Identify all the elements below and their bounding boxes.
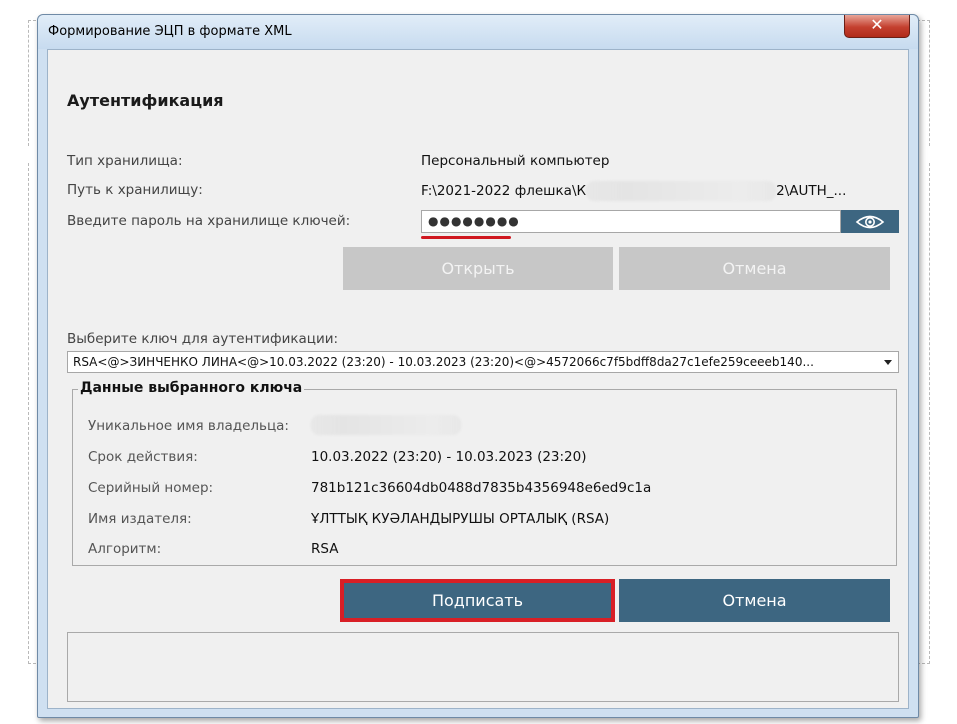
redacted-path-segment: [586, 181, 777, 201]
sign-cancel-button[interactable]: Отмена: [619, 579, 890, 622]
algorithm-label: Алгоритм:: [88, 541, 162, 557]
close-icon: ✕: [870, 15, 884, 34]
title-bar[interactable]: Формирование ЭЦП в формате XML ✕: [38, 15, 918, 49]
serial-label: Серийный номер:: [88, 480, 214, 496]
key-details-group: Данные выбранного ключа Уникальное имя в…: [72, 380, 897, 566]
sign-button[interactable]: Подписать: [340, 579, 615, 622]
window-title: Формирование ЭЦП в формате XML: [48, 24, 292, 39]
password-input[interactable]: ●●●●●●●●: [421, 210, 841, 233]
serial-value: 781b121c36604db0488d7835b4356948e6ed9c1a: [311, 480, 652, 496]
storage-path-suffix: 2\AUTH_...: [776, 183, 847, 199]
validity-value: 10.03.2022 (23:20) - 10.03.2023 (23:20): [311, 449, 587, 465]
auth-section-title: Аутентификация: [67, 91, 224, 110]
issuer-label: Имя издателя:: [88, 511, 192, 527]
owner-value-redacted: [311, 415, 461, 435]
message-panel: [67, 632, 899, 702]
algorithm-value: RSA: [311, 541, 339, 557]
auth-cancel-button[interactable]: Отмена: [619, 247, 890, 290]
storage-type-value: Персональный компьютер: [421, 153, 610, 169]
storage-type-label: Тип хранилища:: [67, 153, 183, 169]
dialog-window: Формирование ЭЦП в формате XML ✕ Аутенти…: [37, 14, 919, 718]
key-select-label: Выберите ключ для аутентификации:: [67, 331, 339, 347]
validity-label: Срок действия:: [88, 449, 198, 465]
password-label: Введите пароль на хранилище ключей:: [67, 213, 351, 229]
key-dropdown[interactable]: RSA<@>ЗИНЧЕНКО ЛИНА<@>10.03.2022 (23:20)…: [67, 351, 899, 373]
password-highlight-underline: [421, 236, 511, 239]
storage-path-prefix: F:\2021-2022 флешка\К: [421, 183, 587, 199]
key-dropdown-value: RSA<@>ЗИНЧЕНКО ЛИНА<@>10.03.2022 (23:20)…: [73, 355, 814, 369]
owner-label: Уникальное имя владельца:: [88, 418, 289, 434]
redacted-owner-name: [311, 415, 461, 435]
open-button[interactable]: Открыть: [343, 247, 613, 290]
close-button[interactable]: ✕: [844, 15, 910, 38]
issuer-value: ҰЛТТЫҚ КУӘЛАНДЫРУШЫ ОРТАЛЫҚ (RSA): [311, 511, 610, 527]
storage-path-value: F:\2021-2022 флешка\К 2\AUTH_...: [421, 181, 846, 201]
storage-path-label: Путь к хранилищу:: [67, 182, 203, 198]
dialog-body: Аутентификация Тип хранилища: Персональн…: [47, 49, 909, 709]
chevron-down-icon: [884, 360, 892, 365]
eye-icon: [855, 215, 885, 228]
key-details-title: Данные выбранного ключа: [78, 380, 305, 396]
show-password-button[interactable]: [841, 210, 899, 233]
